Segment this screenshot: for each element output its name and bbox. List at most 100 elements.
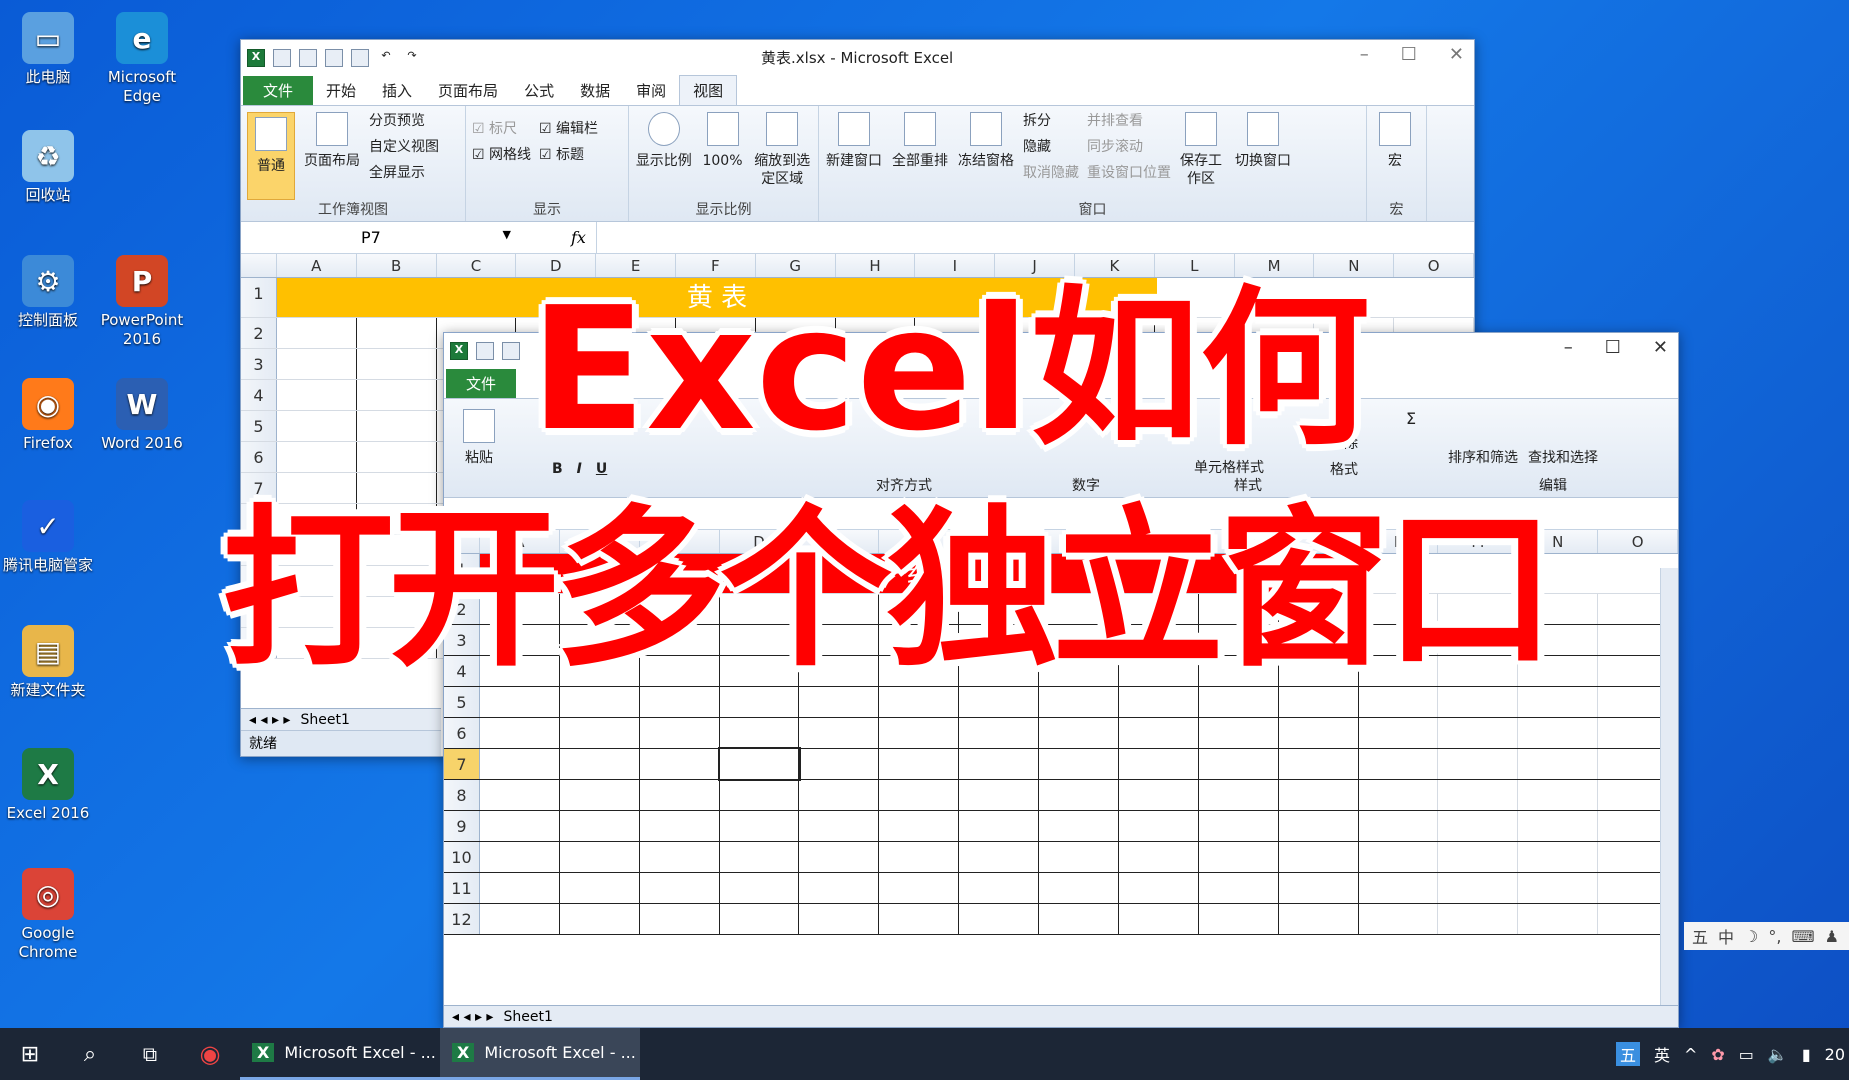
cell[interactable] xyxy=(1279,873,1359,903)
tab-file[interactable]: 文件 xyxy=(446,369,517,398)
cell[interactable] xyxy=(357,318,437,348)
desktop-icon[interactable]: ▭ 此电脑 xyxy=(0,12,96,87)
cell[interactable] xyxy=(560,842,640,872)
cell[interactable] xyxy=(480,873,560,903)
tab-6[interactable]: 审阅 xyxy=(623,76,679,105)
cell[interactable] xyxy=(1199,842,1279,872)
name-box[interactable]: P7 ▼ xyxy=(241,228,521,247)
tab-7[interactable]: 视图 xyxy=(679,75,738,105)
ime-bar-item[interactable]: ☽ xyxy=(1744,927,1758,946)
row-header[interactable]: 4 xyxy=(241,380,277,410)
cell[interactable] xyxy=(799,718,880,748)
cell[interactable] xyxy=(720,780,800,810)
cell[interactable] xyxy=(959,718,1040,748)
cell[interactable] xyxy=(1039,749,1119,779)
row-header[interactable]: 1 xyxy=(241,278,277,317)
sheet-tab[interactable]: Sheet1 xyxy=(503,1009,552,1025)
ime-wubi-icon[interactable]: 五 xyxy=(1615,1042,1640,1066)
cell[interactable] xyxy=(480,811,560,841)
cell[interactable] xyxy=(640,842,720,872)
ime-bar-item[interactable]: 五 xyxy=(1692,924,1708,948)
row-header[interactable]: 2 xyxy=(241,318,277,348)
cell[interactable] xyxy=(640,811,720,841)
cell[interactable] xyxy=(717,747,802,781)
microphone-icon[interactable]: ▮ xyxy=(1802,1045,1811,1064)
start-button[interactable]: ⊞ xyxy=(0,1028,60,1080)
desktop-icon[interactable]: ▤ 新建文件夹 xyxy=(0,625,96,700)
cell[interactable] xyxy=(640,687,720,717)
cell[interactable] xyxy=(357,411,437,441)
cell[interactable] xyxy=(560,811,640,841)
cell[interactable] xyxy=(1438,873,1519,903)
cell[interactable] xyxy=(640,904,720,934)
cell[interactable] xyxy=(480,842,560,872)
cell[interactable] xyxy=(879,749,960,779)
cell[interactable] xyxy=(1518,780,1599,810)
cell[interactable] xyxy=(720,811,800,841)
sheet-nav-icon[interactable]: ◂ ◂ ▸ ▸ xyxy=(249,712,290,728)
full-screen-button[interactable]: 全屏显示 xyxy=(369,164,439,182)
ime-bar-item[interactable]: ♟ xyxy=(1825,927,1839,946)
cell[interactable] xyxy=(720,904,800,934)
desktop-icon[interactable]: W Word 2016 xyxy=(94,378,190,453)
row-header[interactable]: 8 xyxy=(444,780,480,810)
column-header[interactable]: O xyxy=(1394,254,1475,277)
cell[interactable] xyxy=(1119,749,1199,779)
cell[interactable] xyxy=(640,718,720,748)
cell[interactable] xyxy=(480,780,560,810)
normal-view-button[interactable]: 普通 xyxy=(247,112,295,200)
cell[interactable] xyxy=(1518,687,1599,717)
cell[interactable] xyxy=(720,842,800,872)
cell[interactable] xyxy=(1119,780,1199,810)
cell[interactable] xyxy=(1199,780,1279,810)
tab-5[interactable]: 数据 xyxy=(567,76,623,105)
cell[interactable] xyxy=(277,411,357,441)
cell[interactable] xyxy=(879,718,960,748)
column-header[interactable]: A xyxy=(277,254,357,277)
row-header[interactable]: 5 xyxy=(241,411,277,441)
save-icon[interactable] xyxy=(273,48,291,67)
cell[interactable] xyxy=(1279,842,1359,872)
new-icon[interactable] xyxy=(502,341,520,360)
task-view-icon[interactable]: ⧉ xyxy=(120,1028,180,1080)
cell[interactable] xyxy=(799,687,880,717)
row-header[interactable]: 10 xyxy=(444,842,480,872)
ime-toolbar[interactable]: 五中 ☽ °, ⌨ ♟ xyxy=(1684,922,1849,950)
cell[interactable] xyxy=(1199,749,1279,779)
new-icon[interactable] xyxy=(299,48,317,67)
cell[interactable] xyxy=(1199,811,1279,841)
tab-1[interactable]: 开始 xyxy=(313,76,369,105)
cell[interactable] xyxy=(560,718,640,748)
save-icon[interactable] xyxy=(476,341,494,360)
cell[interactable] xyxy=(879,687,960,717)
sort-filter-button[interactable]: 排序和筛选 xyxy=(1444,409,1522,467)
cell[interactable] xyxy=(1279,749,1359,779)
cell[interactable] xyxy=(1279,687,1359,717)
cell[interactable] xyxy=(1039,873,1119,903)
cell[interactable] xyxy=(1039,904,1119,934)
cell[interactable] xyxy=(1199,718,1279,748)
cell[interactable] xyxy=(959,811,1040,841)
reset-position-button[interactable]: 重设窗口位置 xyxy=(1087,164,1171,182)
cell[interactable] xyxy=(1359,687,1439,717)
cell[interactable] xyxy=(720,687,800,717)
split-button[interactable]: 拆分 xyxy=(1023,112,1079,130)
cell[interactable] xyxy=(1438,904,1519,934)
desktop-icon[interactable]: ◉ Firefox xyxy=(0,378,96,453)
close-button[interactable]: ✕ xyxy=(1653,337,1668,358)
desktop-icon[interactable]: ⚙ 控制面板 xyxy=(0,255,96,330)
find-select-button[interactable]: 查找和选择 xyxy=(1524,409,1602,467)
desktop-icon[interactable]: ◎ Google Chrome xyxy=(0,868,96,962)
cell[interactable] xyxy=(959,904,1040,934)
search-icon[interactable]: ⌕ xyxy=(60,1028,120,1080)
cell[interactable] xyxy=(640,749,720,779)
ruler-checkbox[interactable]: ☑ 标尺 xyxy=(472,120,531,138)
cell[interactable] xyxy=(1359,780,1439,810)
cell[interactable] xyxy=(1039,687,1119,717)
desktop-icon[interactable]: X Excel 2016 xyxy=(0,748,96,823)
ime-bar-item[interactable]: °, xyxy=(1768,927,1781,946)
cell[interactable] xyxy=(357,442,437,472)
desktop-icon[interactable]: ✓ 腾讯电脑管家 xyxy=(0,500,96,575)
cell[interactable] xyxy=(879,811,960,841)
maximize-button[interactable]: ☐ xyxy=(1605,337,1621,358)
